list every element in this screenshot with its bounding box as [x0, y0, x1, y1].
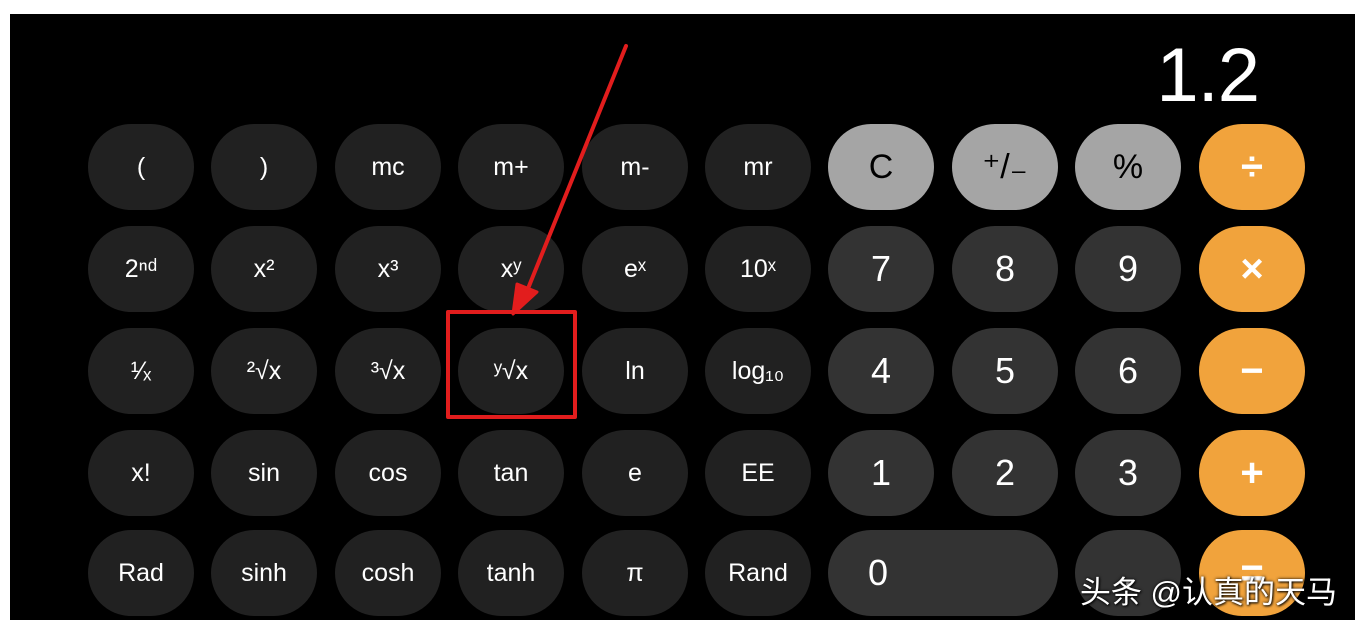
- key-row4-6-num[interactable]: 1: [828, 430, 934, 516]
- key-row4-9-op[interactable]: +: [1199, 430, 1305, 516]
- key-row4-8-num[interactable]: 3: [1075, 430, 1181, 516]
- key-row1-5-sci[interactable]: mr: [705, 124, 811, 210]
- key-row4-4-sci[interactable]: e: [582, 430, 688, 516]
- key-row5-2-sci[interactable]: cosh: [335, 530, 441, 616]
- key-row1-6-func[interactable]: C: [828, 124, 934, 210]
- key-row2-8-num[interactable]: 9: [1075, 226, 1181, 312]
- key-row1-3-sci[interactable]: m+: [458, 124, 564, 210]
- key-row2-0-sci[interactable]: 2ⁿᵈ: [88, 226, 194, 312]
- key-row3-0-sci[interactable]: ¹⁄ₓ: [88, 328, 194, 414]
- key-row3-1-sci[interactable]: ²√x: [211, 328, 317, 414]
- key-row3-5-sci[interactable]: log₁₀: [705, 328, 811, 414]
- key-row1-7-func[interactable]: ⁺/₋: [952, 124, 1058, 210]
- key-row4-7-num[interactable]: 2: [952, 430, 1058, 516]
- key-row5-8-op[interactable]: =: [1199, 530, 1305, 616]
- key-row2-6-num[interactable]: 7: [828, 226, 934, 312]
- key-row2-9-op[interactable]: ×: [1199, 226, 1305, 312]
- key-row5-3-sci[interactable]: tanh: [458, 530, 564, 616]
- key-row2-1-sci[interactable]: x²: [211, 226, 317, 312]
- key-row1-4-sci[interactable]: m-: [582, 124, 688, 210]
- key-row5-0-sci[interactable]: Rad: [88, 530, 194, 616]
- key-row4-1-sci[interactable]: sin: [211, 430, 317, 516]
- key-row5-1-sci[interactable]: sinh: [211, 530, 317, 616]
- key-row1-0-sci[interactable]: (: [88, 124, 194, 210]
- key-row4-2-sci[interactable]: cos: [335, 430, 441, 516]
- key-row5-5-sci[interactable]: Rand: [705, 530, 811, 616]
- key-row4-0-sci[interactable]: x!: [88, 430, 194, 516]
- key-row2-4-sci[interactable]: eˣ: [582, 226, 688, 312]
- key-row1-1-sci[interactable]: ): [211, 124, 317, 210]
- key-row3-7-num[interactable]: 5: [952, 328, 1058, 414]
- keypad: () mc m+ m-mr C ⁺/₋% ÷ 2ⁿᵈ x² x³ xʸ eˣ 10ˣ 7 8 9 × ¹⁄ₓ ²√x…: [10, 14, 1355, 620]
- key-row4-5-sci[interactable]: EE: [705, 430, 811, 516]
- calculator-screen: 1.2 () mc m+ m-mr C ⁺/₋% ÷ 2ⁿᵈ x² x³ xʸ eˣ 10ˣ 7 8 9 × ¹⁄…: [10, 14, 1355, 620]
- key-row1-8-func[interactable]: %: [1075, 124, 1181, 210]
- key-row3-4-sci[interactable]: ln: [582, 328, 688, 414]
- key-row2-7-num[interactable]: 8: [952, 226, 1058, 312]
- key-row3-2-sci[interactable]: ³√x: [335, 328, 441, 414]
- key-row1-9-op[interactable]: ÷: [1199, 124, 1305, 210]
- key-row5-6-num[interactable]: 0: [828, 530, 1058, 616]
- key-row3-6-num[interactable]: 4: [828, 328, 934, 414]
- key-row2-2-sci[interactable]: x³: [335, 226, 441, 312]
- key-row1-2-sci[interactable]: mc: [335, 124, 441, 210]
- key-row2-3-sci[interactable]: xʸ: [458, 226, 564, 312]
- key-row4-3-sci[interactable]: tan: [458, 430, 564, 516]
- key-row5-4-sci[interactable]: π: [582, 530, 688, 616]
- key-row3-3-sci[interactable]: ʸ√x: [458, 328, 564, 414]
- key-row3-9-op[interactable]: −: [1199, 328, 1305, 414]
- key-row3-8-num[interactable]: 6: [1075, 328, 1181, 414]
- key-row5-7-num[interactable]: .: [1075, 530, 1181, 616]
- key-row2-5-sci[interactable]: 10ˣ: [705, 226, 811, 312]
